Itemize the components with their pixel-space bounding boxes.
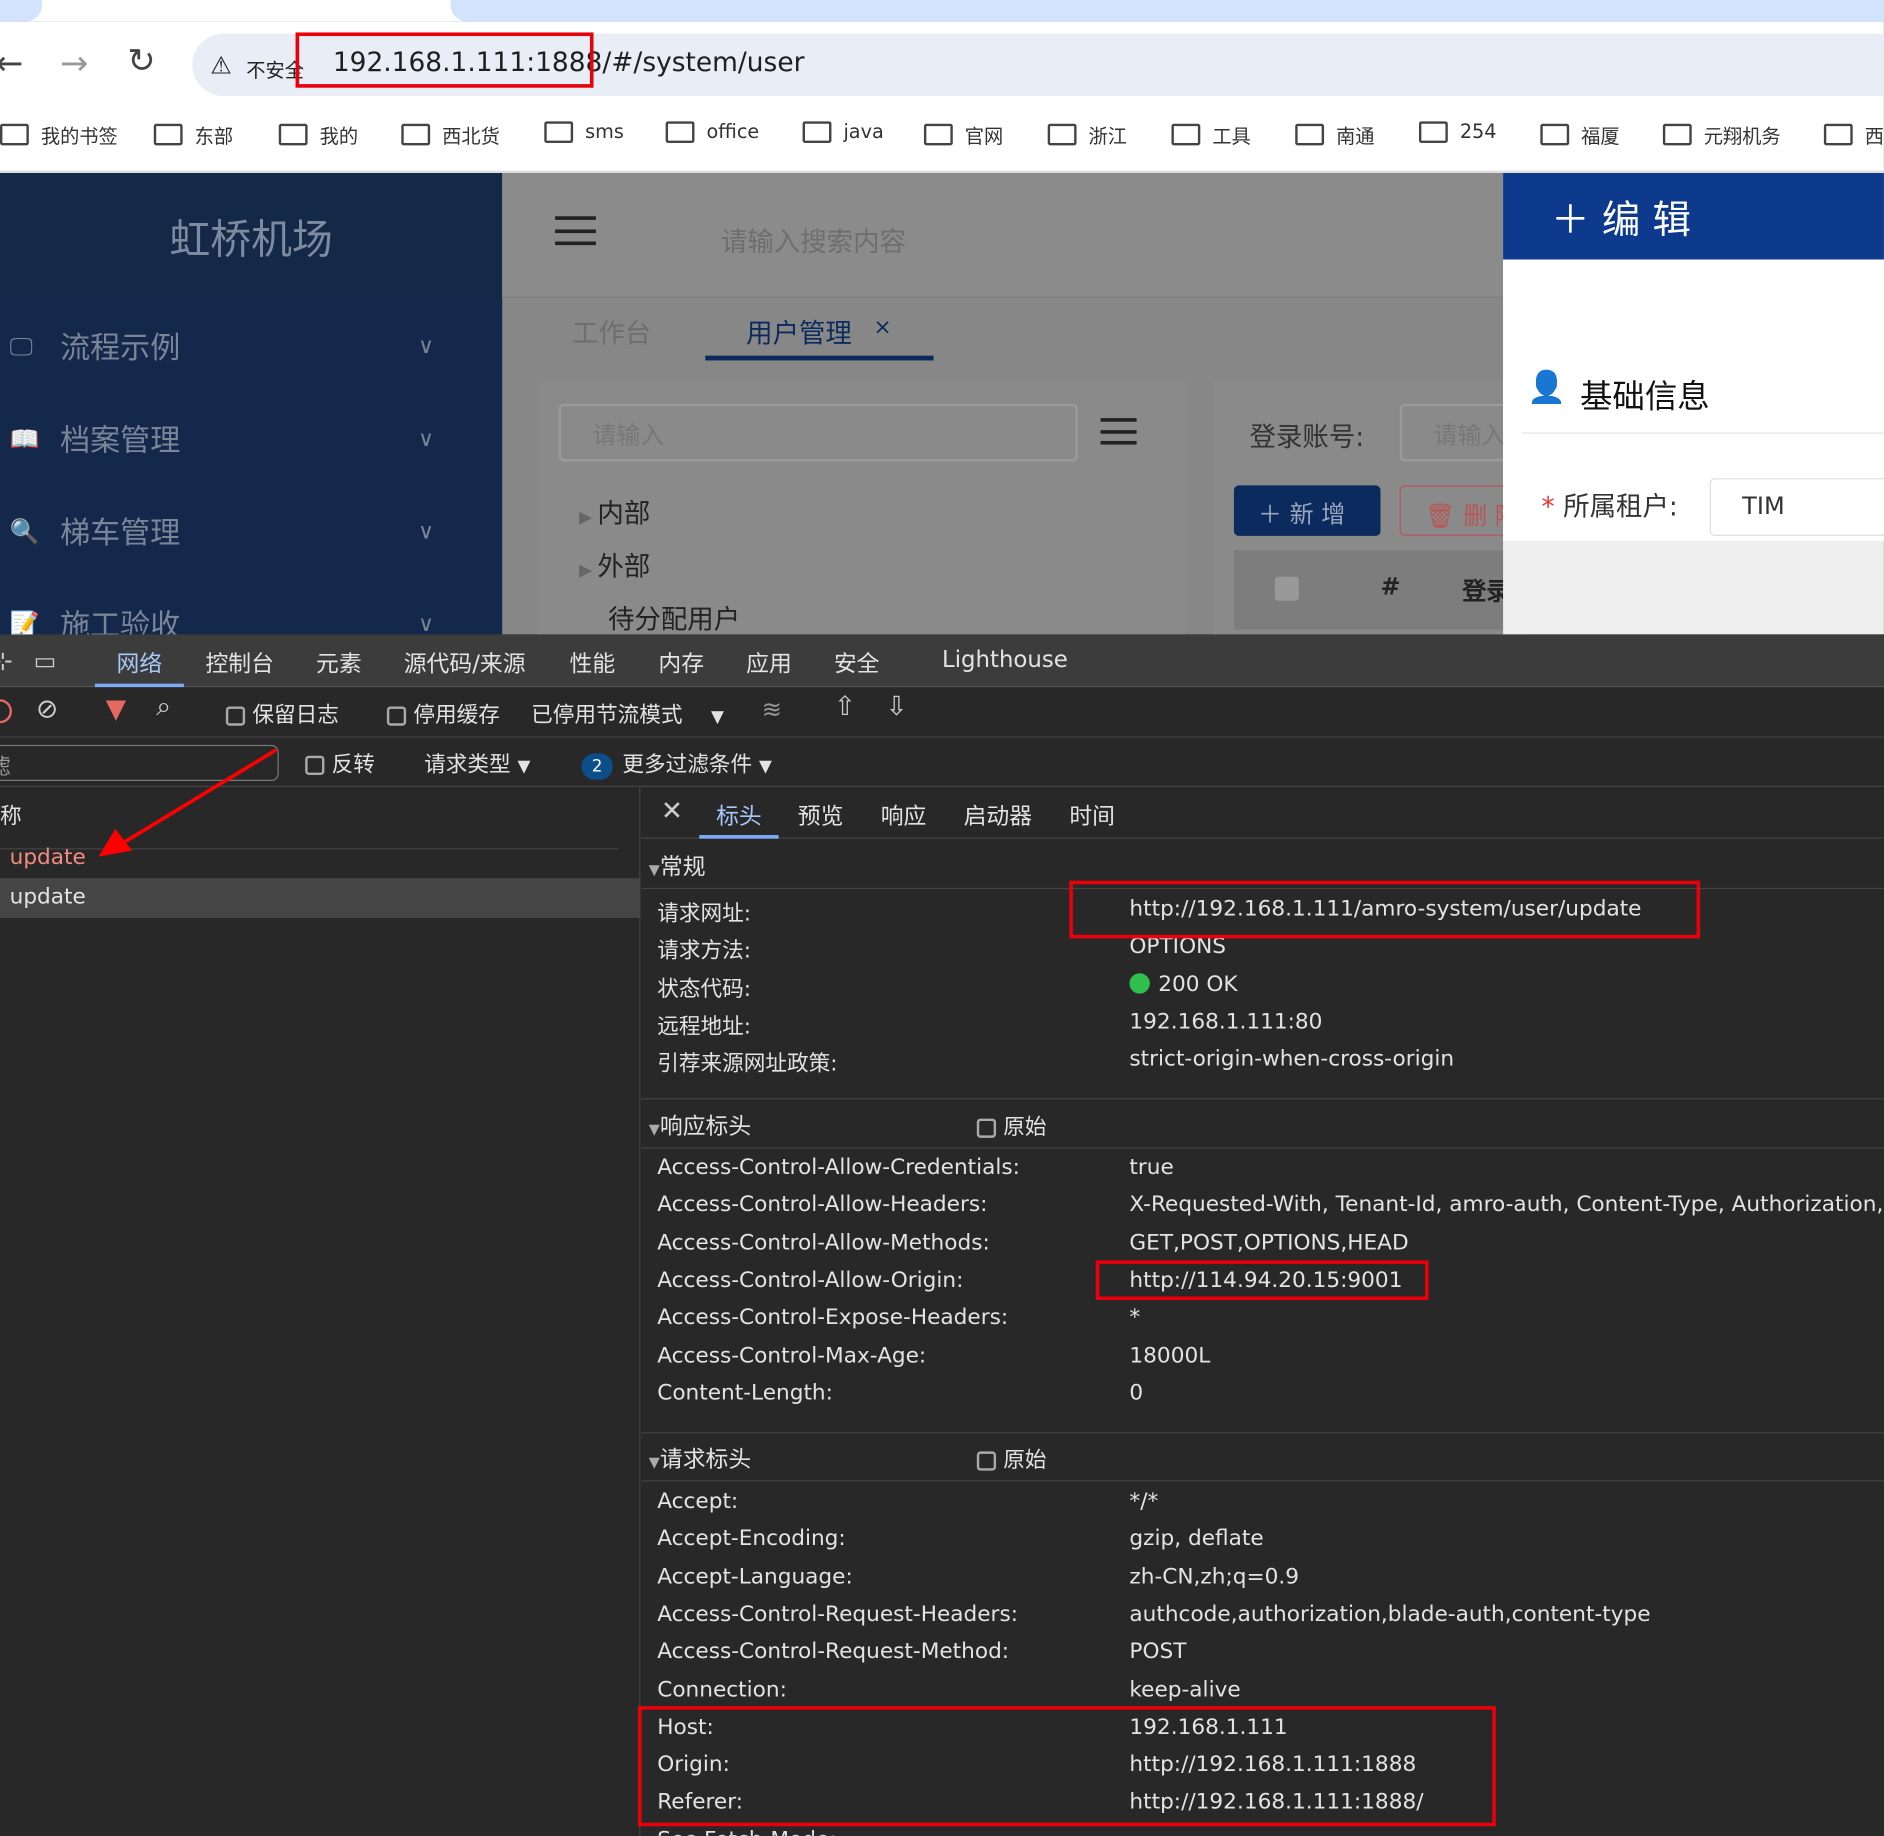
header-name: 引荐来源网址政策: — [657, 1051, 838, 1077]
detail-tab[interactable]: 标头 — [699, 787, 779, 839]
header-name: 请求方法: — [657, 938, 752, 964]
header-name: Accept-Encoding: — [657, 1526, 846, 1552]
status-dot-icon — [1129, 972, 1150, 994]
header-name: Connection: — [657, 1676, 787, 1702]
header-name: Access-Control-Allow-Origin: — [657, 1267, 964, 1293]
header-value[interactable]: */* — [1129, 1489, 1158, 1514]
close-icon[interactable]: ✕ — [661, 797, 683, 827]
folder-icon — [401, 123, 431, 146]
bookmark-label: 我的 — [319, 124, 359, 148]
folder-icon — [1047, 123, 1077, 146]
header-name: Access-Control-Allow-Headers: — [657, 1192, 988, 1218]
screenshot: ← → ↻ ⚠ 不安全 192.168.1.111:1888/#/system/… — [0, 0, 1884, 1836]
highlight-box — [1069, 880, 1701, 939]
bookmark-label: 南通 — [1336, 124, 1375, 148]
bookmark-folder[interactable]: 我的书签 — [0, 120, 118, 149]
folder-icon — [1295, 123, 1325, 146]
bookmark-label: 西北货 — [442, 124, 500, 148]
folder-icon — [802, 120, 832, 143]
detail-tab[interactable]: 预览 — [781, 787, 860, 839]
highlight-box — [1095, 1260, 1429, 1301]
folder-icon — [278, 123, 308, 146]
section-header[interactable]: ▼响应标头 — [649, 1109, 751, 1141]
bookmark-folder[interactable]: 南通 — [1295, 120, 1375, 149]
header-value[interactable]: POST — [1129, 1639, 1186, 1664]
header-name: Access-Control-Max-Age: — [657, 1342, 927, 1368]
bookmark-folder[interactable]: sms — [544, 120, 624, 143]
bookmark-folder[interactable]: 西 — [1823, 120, 1884, 149]
bookmark-folder[interactable]: 我的 — [278, 120, 359, 149]
header-name: 请求网址: — [657, 901, 752, 927]
bookmark-folder[interactable]: 浙江 — [1047, 120, 1128, 149]
bookmark-label: 东部 — [194, 124, 234, 148]
section-header[interactable]: ▼请求标头 — [649, 1442, 751, 1474]
folder-icon — [1418, 120, 1448, 143]
header-name: Accept-Language: — [657, 1563, 853, 1590]
bookmark-folder[interactable]: 工具 — [1171, 120, 1251, 149]
bookmark-label: 元翔机务 — [1703, 124, 1781, 148]
bookmark-folder[interactable]: 元翔机务 — [1662, 120, 1781, 149]
folder-icon — [1171, 123, 1201, 146]
header-name: Content-Length: — [657, 1380, 833, 1406]
header-name: Access-Control-Request-Headers: — [657, 1601, 1019, 1627]
raw-checkbox[interactable]: 原始 — [976, 1443, 1047, 1474]
folder-icon — [544, 120, 574, 143]
bookmark-label: 官网 — [964, 124, 1004, 148]
bookmark-folder[interactable]: 254 — [1418, 120, 1497, 143]
bookmark-label: 我的书签 — [40, 124, 118, 148]
section-header[interactable]: ▼常规 — [649, 849, 706, 881]
bookmark-label: 福厦 — [1581, 124, 1620, 148]
bookmark-folder[interactable]: 西北货 — [401, 120, 500, 149]
folder-icon — [1662, 123, 1692, 146]
bookmark-label: 工具 — [1212, 124, 1251, 148]
header-value[interactable]: GET,POST,OPTIONS,HEAD — [1129, 1230, 1408, 1255]
folder-icon — [1540, 123, 1570, 146]
header-name: 远程地址: — [657, 1013, 752, 1040]
header-name: Access-Control-Expose-Headers: — [657, 1305, 1009, 1331]
header-value[interactable]: authcode,authorization,blade-auth,conten… — [1129, 1601, 1650, 1626]
bookmark-folder[interactable]: 官网 — [923, 120, 1004, 149]
header-value[interactable]: * — [1129, 1305, 1140, 1330]
header-value[interactable]: 200 OK — [1129, 972, 1238, 997]
folder-icon — [923, 123, 953, 146]
bookmark-folder[interactable]: 东部 — [153, 120, 234, 149]
highlight-box — [637, 1706, 1496, 1827]
bookmark-label: office — [706, 120, 760, 143]
header-name: 状态代码: — [657, 976, 752, 1002]
header-value[interactable]: true — [1129, 1155, 1173, 1180]
header-name: Sec-Fetch-Mode: — [657, 1827, 836, 1836]
header-name: Accept: — [657, 1488, 739, 1514]
detail-tab[interactable]: 时间 — [1053, 787, 1132, 839]
bookmark-folder[interactable]: office — [665, 120, 760, 143]
folder-icon — [0, 123, 29, 146]
raw-checkbox[interactable]: 原始 — [976, 1110, 1047, 1141]
header-value[interactable]: zh-CN,zh;q=0.9 — [1129, 1564, 1299, 1589]
folder-icon — [1823, 123, 1853, 146]
header-value[interactable]: keep-alive — [1129, 1677, 1240, 1702]
bookmark-label: 浙江 — [1088, 124, 1128, 148]
header-name: Access-Control-Allow-Credentials: — [657, 1154, 1020, 1180]
bookmark-label: java — [843, 120, 884, 143]
header-value[interactable]: 192.168.1.111:80 — [1129, 1009, 1322, 1034]
folder-icon — [665, 120, 695, 143]
detail-tab[interactable]: 启动器 — [947, 787, 1049, 839]
header-name: Access-Control-Request-Method: — [657, 1639, 1010, 1665]
header-value[interactable]: gzip, deflate — [1129, 1526, 1263, 1551]
bookmark-folder[interactable]: java — [802, 120, 884, 143]
detail-tab[interactable]: 响应 — [864, 787, 943, 839]
detail-tabbar: ✕ 标头 预览 响应 启动器 时间 — [641, 786, 1884, 839]
header-value[interactable]: strict-origin-when-cross-origin — [1129, 1047, 1454, 1072]
bookmark-folder[interactable]: 福厦 — [1540, 120, 1620, 149]
folder-icon — [153, 123, 183, 146]
header-value[interactable]: 0 — [1129, 1380, 1143, 1405]
bookmark-label: 西 — [1864, 124, 1884, 148]
header-name: Access-Control-Allow-Methods: — [657, 1229, 990, 1256]
bookmark-label: 254 — [1459, 120, 1497, 143]
header-value[interactable]: X-Requested-With, Tenant-Id, amro-auth, … — [1129, 1192, 1884, 1217]
bookmark-label: sms — [585, 120, 624, 143]
header-value[interactable]: 18000L — [1129, 1343, 1210, 1368]
